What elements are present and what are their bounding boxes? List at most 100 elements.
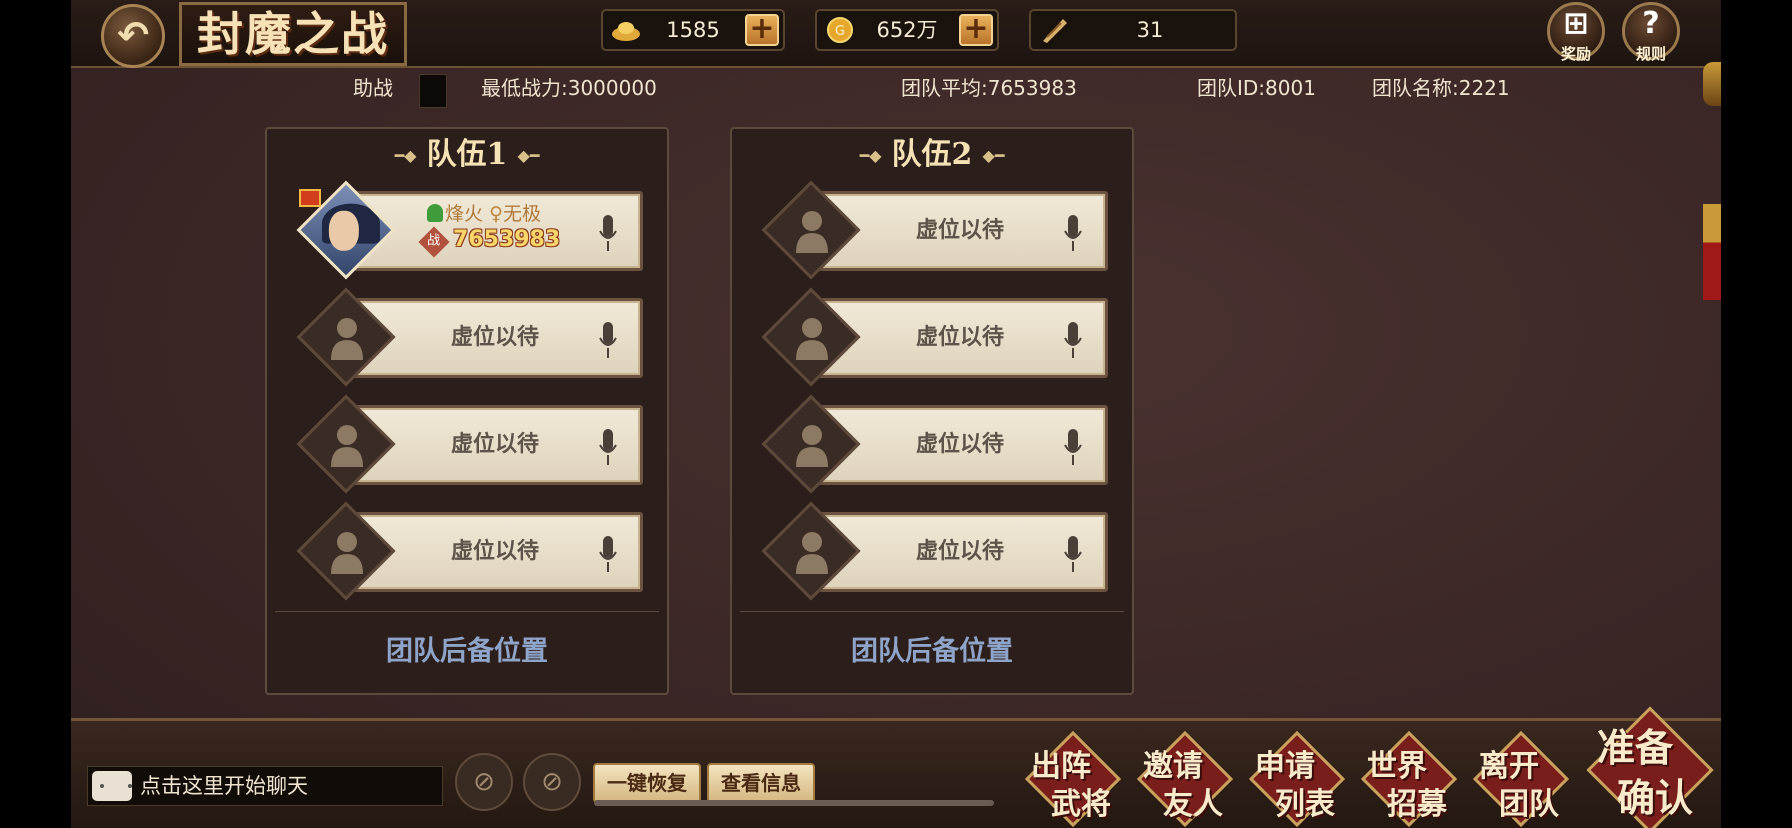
coin-resource: G 652万 + [815,9,999,51]
deploy-generals-button[interactable]: 出阵 武将 [1024,730,1122,828]
ornament-right-icon: ◆━ [982,146,1005,165]
mic-mute-button[interactable]: ⊘ [523,753,581,811]
gift-icon: ⊞ [1563,6,1589,41]
hero-face [328,210,359,251]
button-label-line2: 武将 [1051,787,1111,822]
empty-slot-label: 虚位以待 [915,325,1004,350]
back-button[interactable]: ↶ [101,4,165,68]
restore-button[interactable]: 一键恢复 [593,763,701,803]
microphone-icon[interactable] [1064,320,1082,360]
leave-team-button[interactable]: 离开 团队 [1472,730,1570,828]
home-indicator[interactable] [594,800,994,806]
divider [275,611,659,612]
page-title: 封魔之战 [179,2,407,66]
invite-friends-button[interactable]: 邀请 友人 [1136,730,1234,828]
add-ingot-button[interactable]: + [745,14,779,46]
bottom-bar: 点击这里开始聊天 ⊘ ⊘ 一键恢复 查看信息 出阵 武将 邀请 友人 申请 列表… [71,706,1721,828]
microphone-icon[interactable] [1064,427,1082,467]
rules-button[interactable]: ? 规则 [1622,2,1680,63]
empty-slot-label: 虚位以待 [450,432,539,457]
token-value: 31 [1136,18,1164,42]
gold-coin-icon: G [827,17,853,43]
empty-slot-label: 虚位以待 [450,539,539,564]
assist-checkbox[interactable] [419,74,447,108]
team-slot[interactable]: 虚位以待 [761,500,1108,601]
team-slot[interactable]: 虚位以待 [761,286,1108,387]
microphone-icon[interactable] [1064,213,1082,253]
microphone-icon[interactable] [599,427,617,467]
microphone-icon[interactable] [599,320,617,360]
chat-bubble-icon [92,771,132,801]
hero-name: 烽火 ♀无极 [427,199,541,226]
team-slot[interactable]: 虚位以待 [761,393,1108,494]
world-recruit-button[interactable]: 世界 招募 [1360,730,1458,828]
hero-name-text: 烽火 [445,203,484,225]
ornament-left-icon: ━◆ [394,146,417,165]
microphone-icon[interactable] [599,213,617,253]
min-power-text: 最低战力:3000000 [481,76,657,100]
assist-label: 助战 [353,76,393,100]
microphone-icon[interactable] [599,534,617,574]
empty-slot-label: 虚位以待 [450,325,539,350]
svg-text:G: G [835,24,845,39]
person-placeholder-icon [331,318,363,360]
team-slot[interactable]: 虚位以待 [296,393,643,494]
team-reserve-label[interactable]: 团队后备位置 [732,629,1132,668]
game-screen: ↶ 封魔之战 1585 + G 652万 + 31 ⊞ 奖励 ? 规则 助战 最… [71,0,1721,828]
team-average-text: 团队平均:7653983 [901,76,1077,100]
team-name-text: 团队名称:2221 [1372,76,1510,100]
empty-slot-label: 虚位以待 [915,432,1004,457]
add-coin-button[interactable]: + [959,14,993,46]
side-bell-decoration[interactable] [1703,62,1721,106]
title-pin-icon: ♀ [489,203,503,225]
button-label-line2: 确认 [1617,775,1694,820]
team-reserve-label[interactable]: 团队后备位置 [267,629,667,668]
team-slot[interactable]: 虚位以待 [296,286,643,387]
chat-placeholder: 点击这里开始聊天 [140,774,308,798]
button-label-line2: 招募 [1387,787,1447,822]
top-bar: ↶ 封魔之战 1585 + G 652万 + 31 ⊞ 奖励 ? 规则 [71,0,1721,68]
team-panel-1: ━◆ 队伍1 ◆━ 烽火 ♀无极 战 7653983 虚位以待 虚位以待 虚位以… [265,127,669,695]
divider [740,611,1124,612]
rules-label: 规则 [1635,45,1666,63]
gold-ingot-icon [612,22,640,41]
speaker-off-icon: ⊘ [473,767,495,797]
team-slot[interactable]: 烽火 ♀无极 战 7653983 [296,179,643,280]
button-label-line2: 友人 [1163,787,1223,822]
team-panel-2: ━◆ 队伍2 ◆━ 虚位以待 虚位以待 虚位以待 虚位以待 团队后备位置 [730,127,1134,695]
token-resource: 31 [1029,9,1237,51]
coin-value: 652万 [876,18,938,42]
view-info-button[interactable]: 查看信息 [707,763,815,803]
apply-list-button[interactable]: 申请 列表 [1248,730,1346,828]
microphone-icon[interactable] [1064,534,1082,574]
hero-power: 7653983 [453,227,561,252]
player-icon [427,204,443,222]
empty-slot-label: 虚位以待 [915,218,1004,243]
ingot-resource: 1585 + [601,9,785,51]
team-slot[interactable]: 虚位以待 [296,500,643,601]
team-id-text: 团队ID:8001 [1197,76,1316,100]
back-arrow-icon: ↶ [117,13,149,57]
person-placeholder-icon [796,318,828,360]
reward-button[interactable]: ⊞ 奖励 [1547,2,1605,63]
ingot-value: 1585 [666,18,720,42]
hero-title-text: 无极 [502,203,541,225]
speaker-mute-button[interactable]: ⊘ [455,753,513,811]
side-tassel-decoration [1703,204,1721,300]
leader-flag-icon [299,189,321,207]
button-label-line2: 列表 [1275,787,1335,822]
ready-confirm-button[interactable]: 准备 确认 [1586,706,1714,828]
person-placeholder-icon [796,532,828,574]
person-placeholder-icon [796,211,828,253]
feather-token-icon [1043,19,1067,43]
team-title: ━◆ 队伍1 ◆━ [267,135,667,175]
team-slot[interactable]: 虚位以待 [761,179,1108,280]
mic-off-icon: ⊘ [541,767,563,797]
empty-slot-label: 虚位以待 [915,539,1004,564]
team-title-text: 队伍1 [426,137,508,172]
chat-input[interactable]: 点击这里开始聊天 [87,766,443,806]
person-placeholder-icon [331,425,363,467]
reward-label: 奖励 [1560,45,1591,63]
team-title-text: 队伍2 [891,137,973,172]
button-label-line1: 准备 [1597,725,1674,770]
